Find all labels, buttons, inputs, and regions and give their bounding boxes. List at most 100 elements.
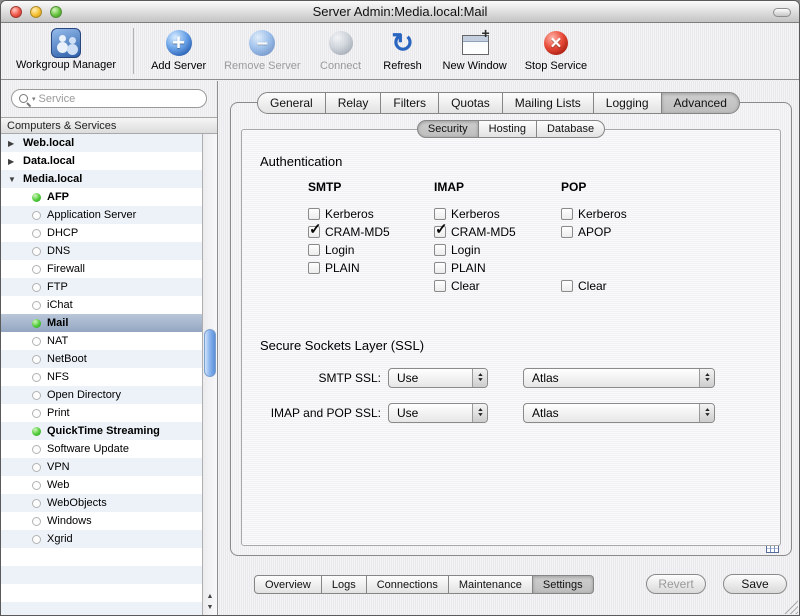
tab-filters[interactable]: Filters [380, 92, 439, 114]
checkbox-box [434, 208, 446, 220]
toolbar-toggle-pill[interactable] [773, 8, 791, 17]
scrollbar-thumb[interactable] [204, 329, 216, 377]
sidebar-item-quicktime-streaming[interactable]: QuickTime Streaming [1, 422, 202, 440]
zoom-button[interactable] [50, 6, 62, 18]
ssl-certificate-popup[interactable]: Atlas▲▼ [523, 368, 715, 388]
disclosure-closed-icon[interactable]: ▶ [8, 139, 18, 148]
refresh-icon [387, 27, 419, 59]
sidebar-item-software-update[interactable]: Software Update [1, 440, 202, 458]
tab-relay[interactable]: Relay [325, 92, 382, 114]
checkbox-pop-clear[interactable]: Clear [561, 278, 607, 294]
service-label: NAT [47, 335, 68, 347]
sidebar-item-data-local[interactable]: ▶Data.local [1, 152, 202, 170]
view-button-settings[interactable]: Settings [532, 575, 594, 594]
scroll-down-arrow-icon[interactable]: ▼ [203, 602, 217, 613]
disclosure-closed-icon[interactable]: ▶ [8, 157, 18, 166]
sidebar-item-dns[interactable]: DNS [1, 242, 202, 260]
titlebar[interactable]: Server Admin:Media.local:Mail [1, 1, 799, 23]
view-button-maintenance[interactable]: Maintenance [448, 575, 533, 594]
checkbox-pop-kerberos[interactable]: Kerberos [561, 206, 627, 222]
subtab-security[interactable]: Security [417, 120, 479, 138]
minimize-button[interactable] [30, 6, 42, 18]
sidebar-item-nat[interactable]: NAT [1, 332, 202, 350]
sidebar-item-web-local[interactable]: ▶Web.local [1, 134, 202, 152]
view-button-connections[interactable]: Connections [366, 575, 449, 594]
checkbox-imap-login[interactable]: Login [434, 242, 480, 258]
sidebar-item-windows[interactable]: Windows [1, 512, 202, 530]
checkbox-pop-apop[interactable]: APOP [561, 224, 611, 240]
service-label: QuickTime Streaming [47, 425, 160, 437]
view-button-overview[interactable]: Overview [254, 575, 322, 594]
toolbar-item-refresh[interactable]: Refresh [372, 26, 434, 73]
status-stopped-icon [32, 247, 41, 256]
status-stopped-icon [32, 445, 41, 454]
status-stopped-icon [32, 229, 41, 238]
sidebar-item-firewall[interactable]: Firewall [1, 260, 202, 278]
tab-quotas[interactable]: Quotas [438, 92, 503, 114]
subtab-database[interactable]: Database [536, 120, 605, 138]
service-label: Xgrid [47, 533, 73, 545]
checkbox-imap-cram-md5[interactable]: CRAM-MD5 [434, 224, 516, 240]
sidebar-item-media-local[interactable]: ▼Media.local [1, 170, 202, 188]
search-placeholder: Service [39, 93, 76, 105]
checkbox-label: Login [451, 243, 480, 257]
sidebar-item-application-server[interactable]: Application Server [1, 206, 202, 224]
toolbar-item-add-server[interactable]: Add Server [142, 26, 215, 73]
status-stopped-icon [32, 211, 41, 220]
sidebar-item-nfs[interactable]: NFS [1, 368, 202, 386]
close-button[interactable] [10, 6, 22, 18]
ssl-mode-popup[interactable]: Use▲▼ [388, 403, 488, 423]
status-stopped-icon [32, 355, 41, 364]
sidebar-item-open-directory[interactable]: Open Directory [1, 386, 202, 404]
ssl-certificate-popup[interactable]: Atlas▲▼ [523, 403, 715, 423]
tab-mailing-lists[interactable]: Mailing Lists [502, 92, 594, 114]
sidebar-item-netboot[interactable]: NetBoot [1, 350, 202, 368]
sidebar-item-afp[interactable]: AFP [1, 188, 202, 206]
sidebar-item-print[interactable]: Print [1, 404, 202, 422]
disclosure-open-icon[interactable]: ▼ [8, 175, 18, 184]
toolbar-separator [133, 28, 134, 74]
tab-logging[interactable]: Logging [593, 92, 662, 114]
subtab-hosting[interactable]: Hosting [478, 120, 537, 138]
checkbox-smtp-plain[interactable]: PLAIN [308, 260, 360, 276]
popup-value: Use [389, 369, 472, 387]
resize-grip[interactable] [784, 600, 798, 614]
tab-advanced[interactable]: Advanced [661, 92, 740, 114]
popup-value: Atlas [524, 404, 699, 422]
toolbar-item-workgroup-manager[interactable]: Workgroup Manager [7, 26, 125, 72]
ssl-mode-popup[interactable]: Use▲▼ [388, 368, 488, 388]
checkbox-smtp-login[interactable]: Login [308, 242, 354, 258]
sidebar-item-ftp[interactable]: FTP [1, 278, 202, 296]
toolbar-item-label: Refresh [383, 60, 422, 72]
checkbox-imap-plain[interactable]: PLAIN [434, 260, 486, 276]
sidebar-scrollbar[interactable]: ▲ ▼ [202, 134, 217, 615]
view-button-logs[interactable]: Logs [321, 575, 367, 594]
checkbox-smtp-cram-md5[interactable]: CRAM-MD5 [308, 224, 390, 240]
subtab-bar: SecurityHostingDatabase [231, 120, 791, 138]
scroll-up-arrow-icon[interactable]: ▲ [203, 591, 217, 602]
save-button[interactable]: Save [723, 574, 787, 594]
toolbar-item-stop-service[interactable]: Stop Service [516, 26, 596, 73]
sidebar-item-web[interactable]: Web [1, 476, 202, 494]
sidebar-item-ichat[interactable]: iChat [1, 296, 202, 314]
sidebar-item-xgrid[interactable]: Xgrid [1, 530, 202, 548]
revert-button[interactable]: Revert [646, 574, 706, 594]
toolbar-item-new-window[interactable]: New Window [434, 26, 516, 73]
sidebar-item-vpn[interactable]: VPN [1, 458, 202, 476]
sidebar-item-dhcp[interactable]: DHCP [1, 224, 202, 242]
status-stopped-icon [32, 337, 41, 346]
ssl-row-label: SMTP SSL: [242, 368, 381, 388]
search-field[interactable]: ▾ Service [11, 89, 207, 108]
checkbox-imap-clear[interactable]: Clear [434, 278, 480, 294]
tab-general[interactable]: General [257, 92, 326, 114]
popup-arrows-icon: ▲▼ [699, 404, 714, 422]
stop-service-icon [540, 27, 572, 59]
checkbox-label: CRAM-MD5 [325, 225, 390, 239]
checkbox-box [308, 208, 320, 220]
service-label: DNS [47, 245, 70, 257]
auth-column-imap: IMAPKerberosCRAM-MD5LoginPLAINClear [434, 180, 564, 340]
sidebar-item-webobjects[interactable]: WebObjects [1, 494, 202, 512]
checkbox-box [561, 280, 573, 292]
popup-arrows-icon: ▲▼ [472, 369, 487, 387]
sidebar-item-mail[interactable]: Mail [1, 314, 202, 332]
